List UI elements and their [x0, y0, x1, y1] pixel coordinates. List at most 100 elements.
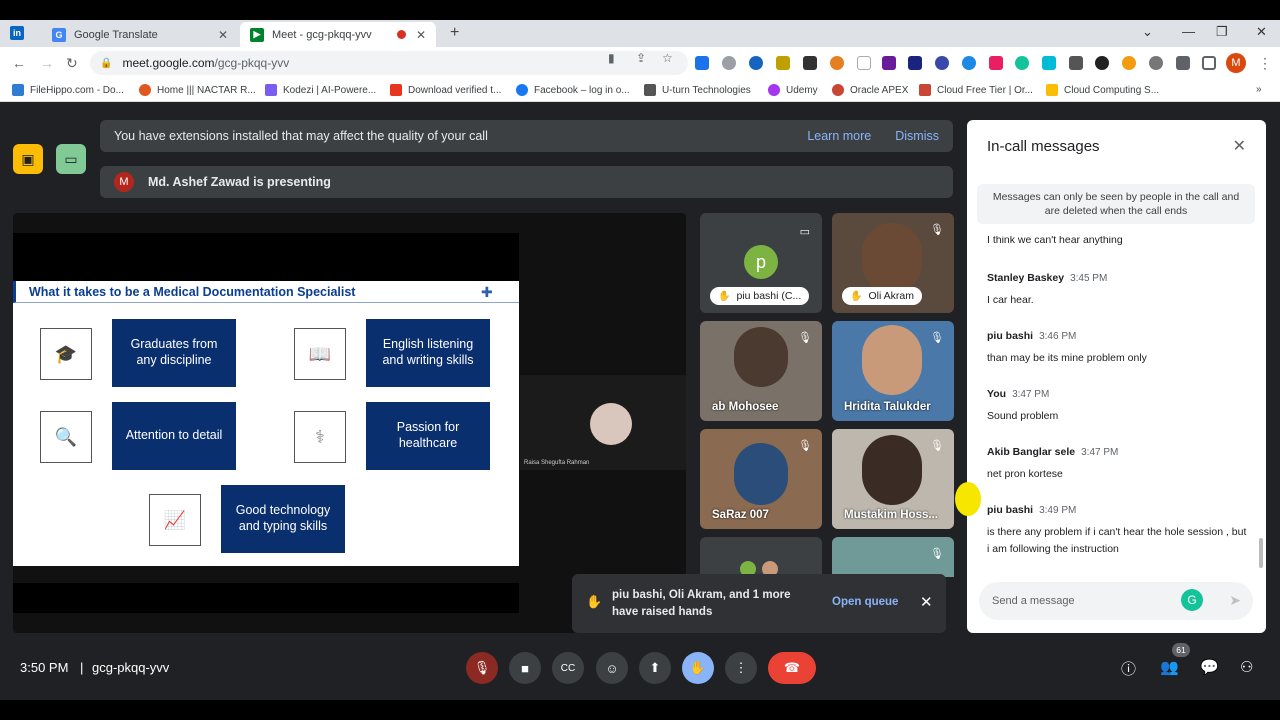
- hand-icon: ✋: [718, 290, 731, 302]
- reactions-button[interactable]: ☺: [596, 652, 628, 684]
- bookmark-item[interactable]: Udemy: [768, 84, 818, 96]
- tab-google-translate[interactable]: G Google Translate ✕: [42, 22, 238, 47]
- people-count-badge: 61: [1172, 643, 1190, 657]
- participant-tile[interactable]: [700, 537, 822, 577]
- close-icon[interactable]: ✕: [920, 593, 933, 611]
- linkedin-tab-icon[interactable]: in: [10, 26, 24, 40]
- minimize-icon[interactable]: —: [1182, 24, 1195, 39]
- send-icon[interactable]: ➤: [1229, 592, 1241, 609]
- more-options-button[interactable]: ⋮: [725, 652, 757, 684]
- tab-search-icon[interactable]: ⌄: [1142, 24, 1153, 40]
- bookmark-item[interactable]: Cloud Free Tier | Or...: [919, 84, 1033, 96]
- extension-icon[interactable]: [935, 56, 949, 70]
- chat-scrollbar[interactable]: [1259, 538, 1263, 568]
- participant-tile[interactable]: 🎙: [832, 537, 954, 577]
- participant-tile[interactable]: 🎙 SaRaz 007: [700, 429, 822, 529]
- extension-icon[interactable]: [1069, 56, 1083, 70]
- bookmark-item[interactable]: Oracle APEX: [832, 84, 908, 96]
- meeting-info-icon[interactable]: ⓘ: [1121, 658, 1136, 679]
- message-sender: Stanley Baskey: [987, 272, 1065, 284]
- extension-icon[interactable]: [695, 56, 709, 70]
- people-icon[interactable]: 👥: [1160, 658, 1179, 676]
- grammarly-extension-icon[interactable]: [1015, 56, 1029, 70]
- participant-tile[interactable]: 🎙 Mustakim Hoss...: [832, 429, 954, 529]
- back-icon[interactable]: ←: [12, 55, 26, 71]
- open-queue-button[interactable]: Open queue: [832, 596, 898, 608]
- bookmark-item[interactable]: Home ||| NACTAR R...: [139, 84, 256, 96]
- extension-icon[interactable]: [857, 56, 871, 70]
- presentation-off-icon[interactable]: ▣: [13, 144, 43, 174]
- raised-hands-text: piu bashi, Oli Akram, and 1 more have ra…: [612, 589, 791, 618]
- forward-icon[interactable]: →: [40, 55, 54, 71]
- extension-icon[interactable]: [989, 56, 1003, 70]
- dismiss-button[interactable]: Dismiss: [895, 129, 939, 143]
- extension-icon[interactable]: [1149, 56, 1163, 70]
- extensions-puzzle-icon[interactable]: [1176, 56, 1190, 70]
- extension-icon[interactable]: [1095, 56, 1109, 70]
- mic-off-button[interactable]: 🎙: [466, 652, 498, 684]
- url-path: /gcg-pkqq-yvv: [214, 56, 290, 70]
- camera-button[interactable]: ■: [509, 652, 541, 684]
- extension-icon[interactable]: [722, 56, 736, 70]
- bookmark-item[interactable]: Facebook – log in o...: [516, 84, 630, 96]
- raise-hand-button[interactable]: ✋: [682, 652, 714, 684]
- chat-icon[interactable]: 💬: [1200, 658, 1219, 676]
- tab-meet[interactable]: ▶ Meet - gcg-pkqq-yvv ✕: [240, 22, 436, 47]
- extension-icon[interactable]: [803, 56, 817, 70]
- bookmark-item[interactable]: U-turn Technologies: [644, 84, 751, 96]
- extension-icon[interactable]: [1042, 56, 1056, 70]
- message-text: than may be its mine problem only: [987, 352, 1147, 364]
- browser-toolbar: ← → ↻ 🔒 meet.google.com/gcg-pkqq-yvv ▮ ⇪…: [0, 47, 1280, 79]
- slide: What it takes to be a Medical Documentat…: [13, 281, 519, 566]
- presenter-name: Raisa Shegufta Rahman: [524, 460, 590, 466]
- profile-avatar[interactable]: M: [1226, 53, 1246, 73]
- side-panel-icon[interactable]: [1202, 56, 1216, 70]
- tab-title: Google Translate: [74, 28, 158, 41]
- slide-title: What it takes to be a Medical Documentat…: [13, 281, 519, 303]
- extension-icon[interactable]: [962, 56, 976, 70]
- leave-call-button[interactable]: ☎: [768, 652, 816, 684]
- message-text: Sound problem: [987, 410, 1059, 422]
- chat-info-notice: Messages can only be seen by people in t…: [977, 184, 1255, 224]
- grammarly-icon[interactable]: G: [1181, 589, 1203, 611]
- extension-icon[interactable]: [1122, 56, 1136, 70]
- bookmark-item[interactable]: FileHippo.com - Do...: [12, 84, 124, 96]
- share-icon[interactable]: ⇪: [636, 51, 646, 65]
- browser-menu-icon[interactable]: ⋮: [1258, 55, 1272, 72]
- companion-mode-icon[interactable]: ▭: [56, 144, 86, 174]
- participant-tile[interactable]: ▭ p ✋ piu bashi (C...: [700, 213, 822, 313]
- new-tab-button[interactable]: +: [450, 24, 459, 42]
- screen: in G Google Translate ✕ ▶ Meet - gcg-pkq…: [0, 0, 1280, 720]
- extension-icon[interactable]: [749, 56, 763, 70]
- restore-icon[interactable]: ❐: [1216, 24, 1228, 40]
- activities-icon[interactable]: ⚇: [1240, 658, 1253, 676]
- extension-icon[interactable]: [776, 56, 790, 70]
- bookmark-item[interactable]: Download verified t...: [390, 84, 501, 96]
- more-bookmarks-icon[interactable]: »: [1256, 84, 1262, 95]
- address-bar[interactable]: 🔒 meet.google.com/gcg-pkqq-yvv: [90, 51, 688, 75]
- bookmark-item[interactable]: Cloud Computing S...: [1046, 84, 1159, 96]
- participant-tile[interactable]: 🎙 Hridita Talukder: [832, 321, 954, 421]
- close-tab-icon[interactable]: ✕: [416, 28, 426, 42]
- participant-tile[interactable]: 🎙 ab Mohosee: [700, 321, 822, 421]
- learn-more-link[interactable]: Learn more: [807, 129, 871, 143]
- camera-indicator-icon[interactable]: ▮: [608, 51, 615, 65]
- close-icon[interactable]: ✕: [1233, 136, 1246, 156]
- close-tab-icon[interactable]: ✕: [218, 28, 228, 42]
- reload-icon[interactable]: ↻: [66, 55, 78, 72]
- extension-icon[interactable]: [908, 56, 922, 70]
- message-sender: piu bashi: [987, 330, 1034, 342]
- meet-main: ▣ ▭ You have extensions installed that m…: [0, 102, 1280, 700]
- presenting-icon: ▭: [799, 226, 810, 238]
- chat-message-input[interactable]: Send a message G ➤: [979, 582, 1253, 620]
- captions-button[interactable]: CC: [552, 652, 584, 684]
- extension-icon[interactable]: [830, 56, 844, 70]
- hand-icon: ✋: [850, 290, 863, 302]
- participant-tile[interactable]: 🎙 ✋ Oli Akram: [832, 213, 954, 313]
- bookmark-item[interactable]: Kodezi | AI-Powere...: [265, 84, 376, 96]
- extension-icon[interactable]: [882, 56, 896, 70]
- close-window-icon[interactable]: ✕: [1256, 24, 1267, 40]
- presenter-face: [590, 403, 632, 445]
- bookmark-star-icon[interactable]: ☆: [662, 51, 673, 65]
- present-button[interactable]: ⬆: [639, 652, 671, 684]
